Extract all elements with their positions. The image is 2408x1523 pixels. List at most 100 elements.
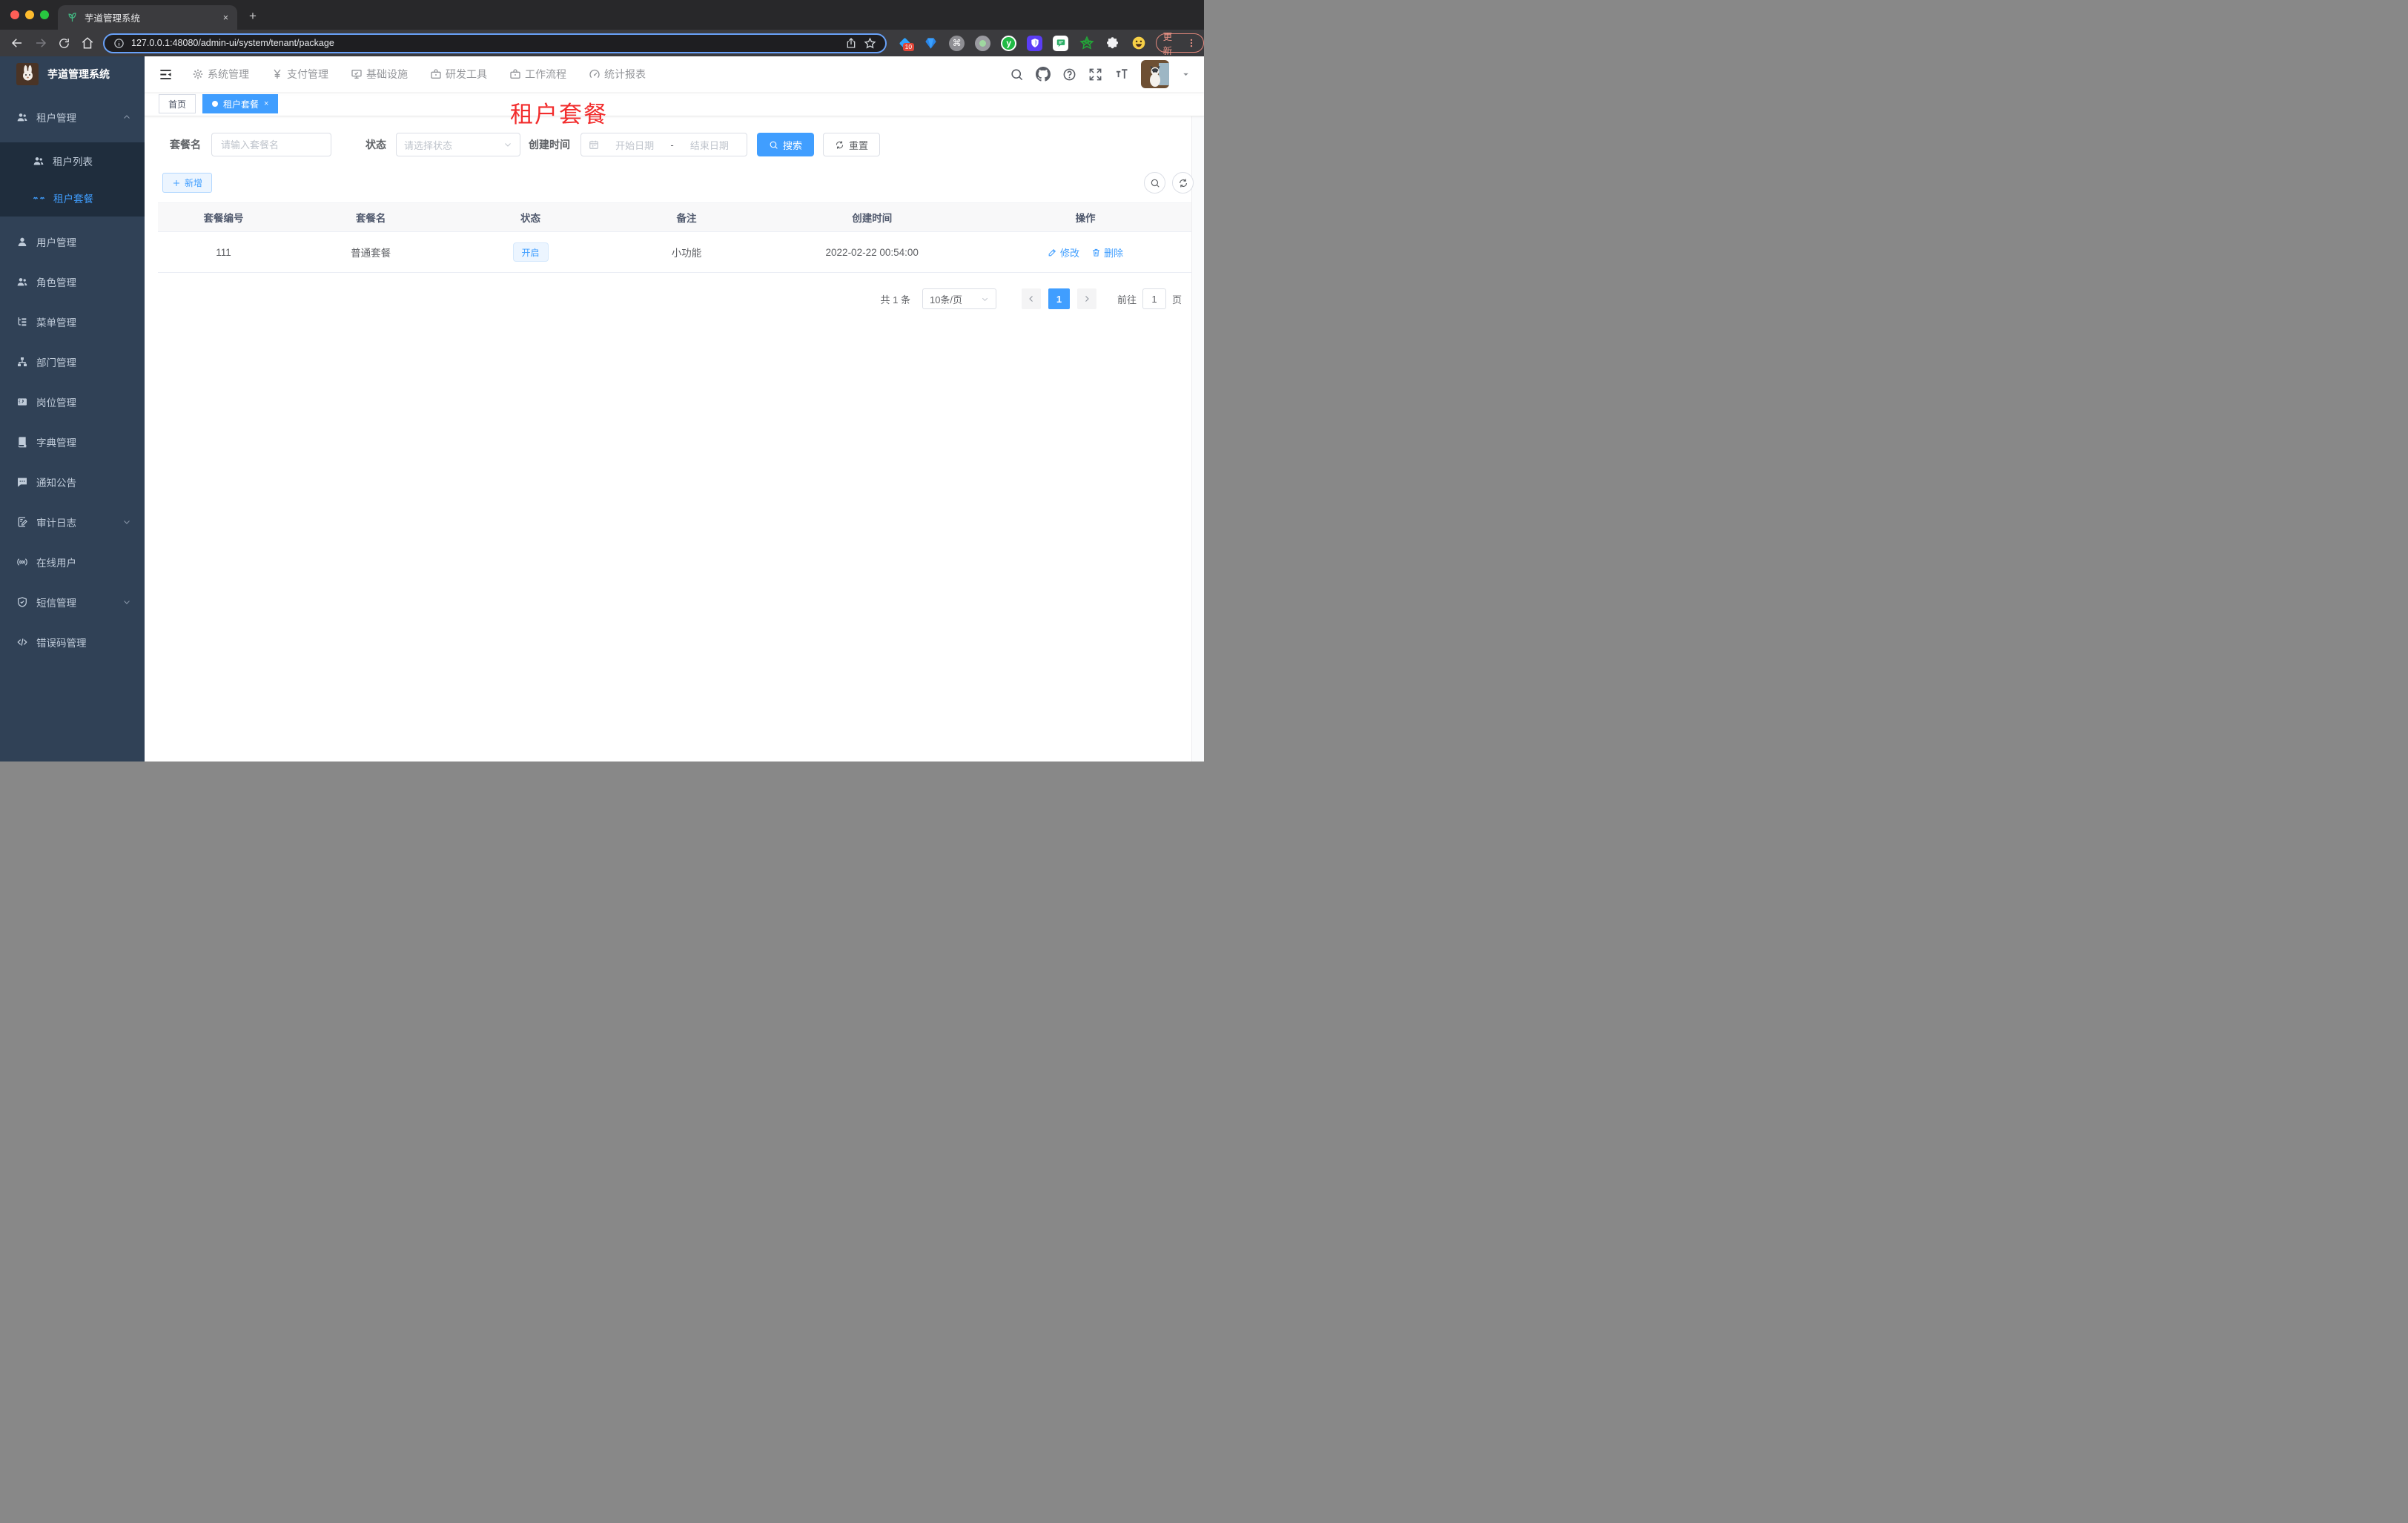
sidebar-item-sms-mgmt[interactable]: 短信管理 bbox=[0, 586, 145, 618]
edit-link[interactable]: 修改 bbox=[1048, 245, 1079, 260]
home-icon[interactable] bbox=[81, 36, 94, 50]
sidebar-item-post-mgmt[interactable]: 岗位管理 bbox=[0, 386, 145, 418]
date-separator: - bbox=[670, 139, 674, 151]
page-number-current[interactable]: 1 bbox=[1048, 288, 1070, 309]
window-minimize-button[interactable] bbox=[25, 10, 34, 19]
toggle-search-button[interactable] bbox=[1144, 172, 1165, 194]
extension-emoji-icon[interactable] bbox=[1131, 35, 1147, 51]
extension-record-icon[interactable] bbox=[975, 35, 991, 51]
sidebar-item-audit-log[interactable]: 审计日志 bbox=[0, 506, 145, 538]
top-nav-workflow[interactable]: 工作流程 bbox=[509, 67, 566, 82]
bookmark-star-icon[interactable] bbox=[864, 37, 876, 50]
site-info-icon[interactable] bbox=[113, 38, 125, 49]
sidebar-submenu: 租户列表 租户套餐 bbox=[0, 142, 145, 217]
sidebar-item-tenant-package[interactable]: 租户套餐 bbox=[0, 179, 145, 217]
url-text[interactable]: 127.0.0.1:48080/admin-ui/system/tenant/p… bbox=[131, 38, 838, 48]
extension-shield-icon[interactable] bbox=[1027, 35, 1043, 51]
page-size-select[interactable]: 10条/页 bbox=[922, 288, 996, 309]
create-time-label: 创建时间 bbox=[529, 139, 570, 151]
top-nav-report[interactable]: 统计报表 bbox=[589, 67, 646, 82]
extension-command-icon[interactable]: ⌘ bbox=[949, 35, 965, 51]
forward-icon[interactable] bbox=[34, 36, 47, 50]
app-logo[interactable]: 芋道管理系统 bbox=[0, 56, 145, 92]
sidebar-item-user-mgmt[interactable]: 用户管理 bbox=[0, 225, 145, 258]
reset-button[interactable]: 重置 bbox=[823, 133, 881, 156]
browser-tab[interactable]: 芋道管理系统 × bbox=[58, 5, 237, 30]
new-tab-button[interactable]: + bbox=[249, 9, 257, 24]
start-date-placeholder[interactable]: 开始日期 bbox=[605, 138, 664, 152]
chevron-up-icon bbox=[122, 113, 131, 122]
sidebar-item-role-mgmt[interactable]: 角色管理 bbox=[0, 265, 145, 298]
refresh-table-button[interactable] bbox=[1172, 172, 1194, 194]
sidebar-item-tenant-list[interactable]: 租户列表 bbox=[0, 142, 145, 179]
package-name-input[interactable] bbox=[211, 133, 331, 156]
app-logo-rabbit-icon bbox=[16, 63, 39, 85]
top-nav-system[interactable]: 系统管理 bbox=[192, 67, 249, 82]
date-range-picker[interactable]: 开始日期 - 结束日期 bbox=[580, 133, 747, 156]
status-select[interactable]: 请选择状态 bbox=[396, 133, 520, 156]
next-page-button[interactable] bbox=[1076, 288, 1096, 309]
top-nav: 系统管理 支付管理 基础设施 研发工具 工作流程 统计报表 bbox=[192, 67, 646, 82]
search-button[interactable]: 搜索 bbox=[757, 133, 815, 156]
users-icon bbox=[16, 111, 28, 123]
top-nav-infra[interactable]: 基础设施 bbox=[351, 67, 408, 82]
tag-home[interactable]: 首页 bbox=[159, 94, 196, 113]
column-header: 套餐名 bbox=[355, 213, 386, 224]
back-icon[interactable] bbox=[10, 36, 24, 50]
cell-remark: 小功能 bbox=[671, 248, 702, 259]
github-icon[interactable] bbox=[1036, 67, 1051, 82]
share-icon[interactable] bbox=[845, 37, 857, 49]
top-nav-payment[interactable]: 支付管理 bbox=[271, 67, 328, 82]
scrollbar-gutter[interactable] bbox=[1191, 92, 1204, 762]
sidebar-item-announcement[interactable]: 通知公告 bbox=[0, 466, 145, 498]
goto-page-input[interactable] bbox=[1142, 288, 1166, 309]
search-icon[interactable] bbox=[1010, 67, 1024, 82]
table-header-row: 套餐编号 套餐名 状态 备注 创建时间 操作 bbox=[158, 202, 1191, 232]
sidebar-fold-icon[interactable] bbox=[159, 67, 173, 82]
avatar[interactable] bbox=[1141, 60, 1169, 88]
app-title: 芋道管理系统 bbox=[47, 68, 110, 80]
sidebar-item-tenant-group[interactable]: 租户管理 bbox=[0, 101, 145, 133]
sidebar-item-menu-mgmt[interactable]: 菜单管理 bbox=[0, 305, 145, 338]
window-close-button[interactable] bbox=[10, 10, 19, 19]
sidebar-item-error-code[interactable]: 错误码管理 bbox=[0, 626, 145, 658]
sidebar-item-online-users[interactable]: 在线用户 bbox=[0, 546, 145, 578]
browser-menu-kebab-icon[interactable] bbox=[1186, 38, 1197, 48]
extension-puzzle-icon[interactable] bbox=[1105, 35, 1121, 51]
fullscreen-icon[interactable] bbox=[1088, 67, 1102, 82]
extension-chat-icon[interactable] bbox=[1053, 35, 1069, 51]
calendar-icon bbox=[589, 139, 599, 150]
extension-gem-icon[interactable] bbox=[923, 35, 939, 51]
tab-title: 芋道管理系统 bbox=[85, 13, 141, 24]
table-row[interactable]: 111 普通套餐 开启 小功能 2022-02-22 00:54:00 修改 删… bbox=[158, 232, 1191, 273]
sidebar-item-label: 租户管理 bbox=[36, 113, 76, 124]
user-menu-caret-icon[interactable] bbox=[1181, 70, 1191, 79]
sidebar-item-dict-mgmt[interactable]: 字典管理 bbox=[0, 426, 145, 458]
tab-close-icon[interactable]: × bbox=[223, 13, 228, 23]
url-bar[interactable]: 127.0.0.1:48080/admin-ui/system/tenant/p… bbox=[103, 33, 887, 53]
tag-close-icon[interactable]: × bbox=[264, 99, 268, 108]
users-icon bbox=[16, 276, 28, 288]
extension-star-icon[interactable] bbox=[1079, 35, 1095, 51]
add-button[interactable]: 新增 bbox=[162, 173, 213, 193]
top-nav-label: 统计报表 bbox=[604, 68, 646, 80]
tag-tenant-package[interactable]: 租户套餐 × bbox=[202, 94, 279, 113]
font-size-icon[interactable] bbox=[1114, 67, 1129, 82]
top-nav-label: 支付管理 bbox=[287, 68, 328, 80]
trash-icon bbox=[1091, 248, 1101, 257]
extension-diamond-icon[interactable]: 10 bbox=[897, 35, 915, 51]
goto-unit-label: 页 bbox=[1171, 294, 1182, 305]
end-date-placeholder[interactable]: 结束日期 bbox=[680, 138, 739, 152]
browser-update-button[interactable]: 更新 bbox=[1155, 32, 1204, 56]
sidebar-item-dept-mgmt[interactable]: 部门管理 bbox=[0, 346, 145, 378]
reload-icon[interactable] bbox=[58, 37, 70, 50]
status-label: 状态 bbox=[366, 139, 386, 151]
window-zoom-button[interactable] bbox=[40, 10, 49, 19]
refresh-icon bbox=[1178, 178, 1188, 188]
top-nav-devtools[interactable]: 研发工具 bbox=[430, 67, 487, 82]
delete-link[interactable]: 删除 bbox=[1091, 245, 1123, 260]
help-icon[interactable] bbox=[1062, 67, 1076, 82]
extension-y-icon[interactable]: y bbox=[1001, 35, 1017, 51]
prev-page-button[interactable] bbox=[1021, 288, 1041, 309]
window-controls bbox=[10, 10, 49, 19]
